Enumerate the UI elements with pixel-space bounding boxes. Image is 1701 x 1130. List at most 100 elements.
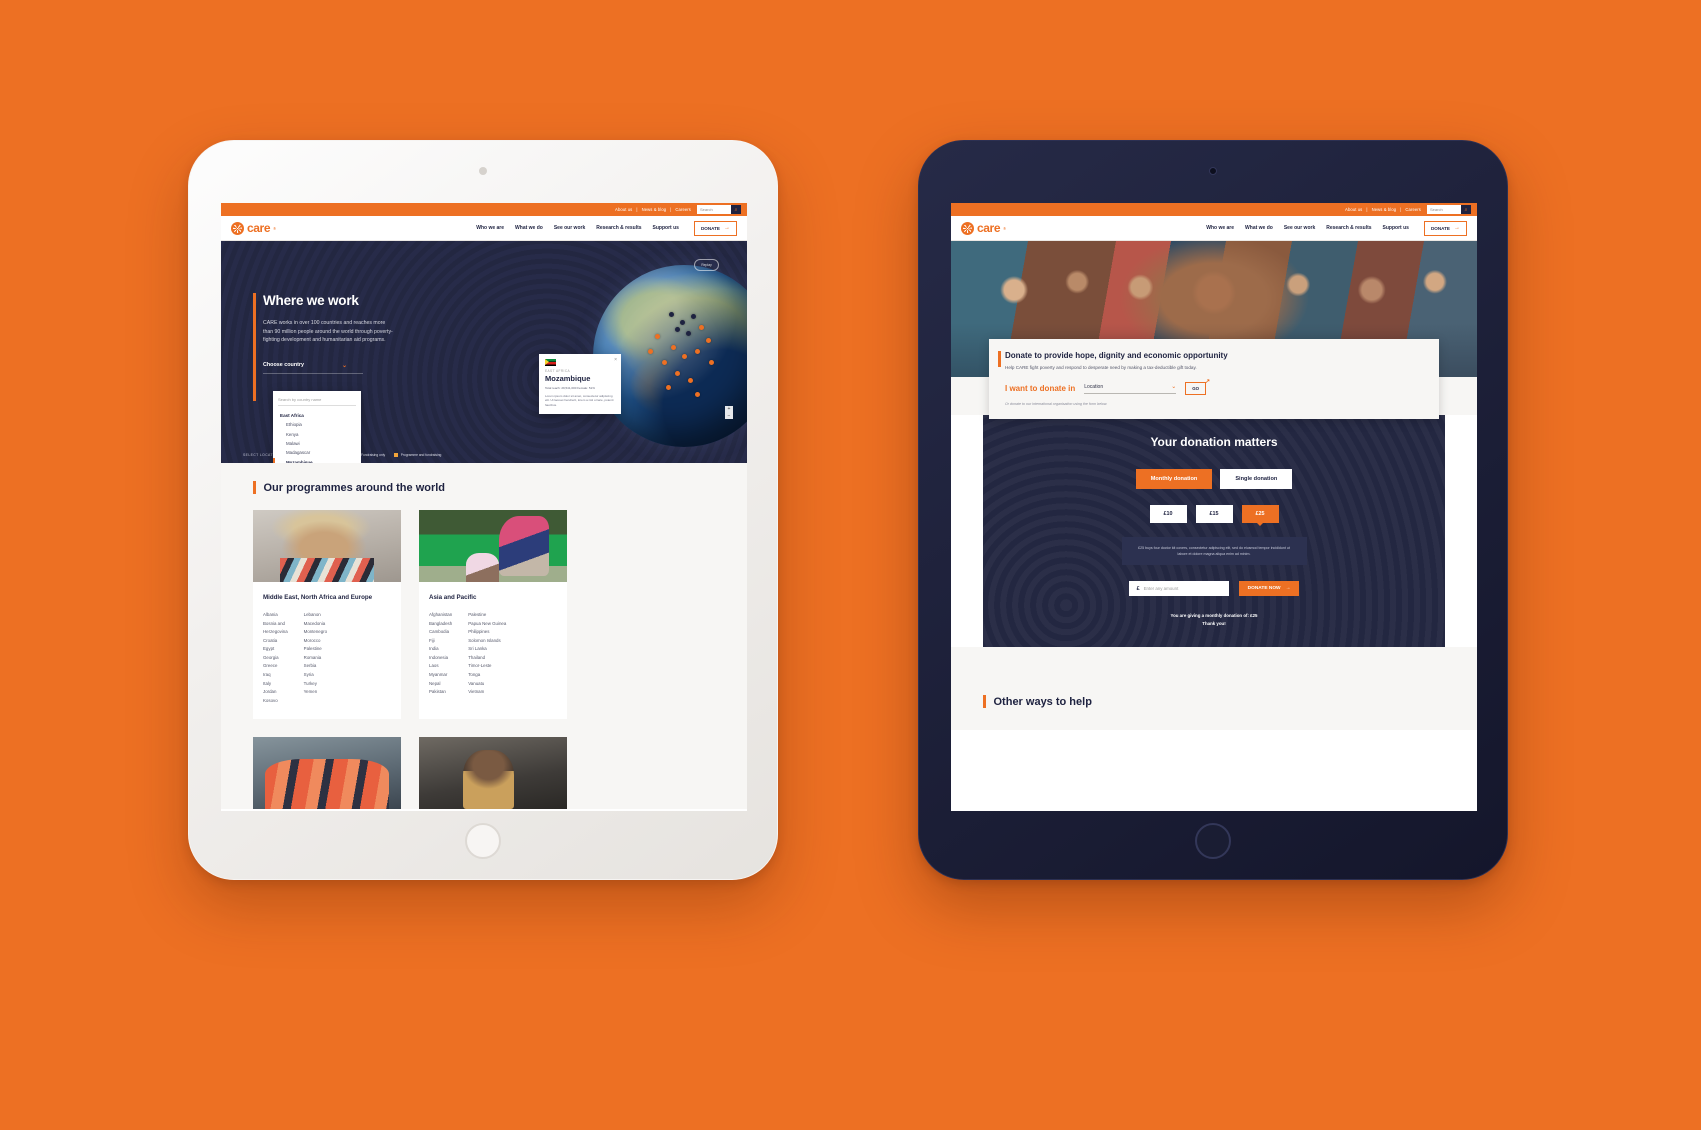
topbar-link-about[interactable]: About us: [1345, 207, 1362, 212]
nav-research-results[interactable]: Research & results: [1326, 225, 1371, 231]
topbar-link-news[interactable]: News & blog: [1372, 207, 1397, 212]
country-item[interactable]: Montenegro: [304, 628, 327, 637]
donate-button[interactable]: DONATE →: [1423, 220, 1467, 236]
globe-marker[interactable]: [709, 359, 715, 365]
custom-amount-input[interactable]: £ Enter any amount: [1128, 581, 1229, 597]
globe-marker[interactable]: [665, 385, 671, 391]
country-item[interactable]: Bangladesh: [429, 620, 452, 629]
country-item[interactable]: Romania: [304, 654, 327, 663]
home-button[interactable]: [1195, 823, 1231, 859]
globe-marker[interactable]: [671, 345, 677, 351]
country-item[interactable]: India: [429, 645, 452, 654]
globe-marker[interactable]: [662, 359, 668, 365]
home-button[interactable]: [465, 823, 501, 859]
country-item[interactable]: Papua New Guinea: [468, 620, 506, 629]
dropdown-item-malawi[interactable]: Malawi: [273, 439, 361, 448]
dropdown-item-ethiopia[interactable]: Ethiopia: [273, 420, 361, 429]
globe-marker[interactable]: [680, 319, 686, 325]
nav-who-we-are[interactable]: Who we are: [476, 225, 504, 231]
programme-card-3[interactable]: [253, 737, 401, 810]
nav-see-our-work[interactable]: See our work: [554, 225, 585, 231]
globe-marker[interactable]: [691, 314, 697, 320]
country-item[interactable]: Herzegovina: [263, 628, 288, 637]
donate-now-button[interactable]: DONATE NOW →: [1238, 581, 1300, 597]
globe-zoom-controls[interactable]: + −: [725, 406, 733, 419]
left-search-box[interactable]: Search ⌕: [697, 205, 741, 214]
country-item[interactable]: Sri Lanka: [468, 645, 506, 654]
country-item[interactable]: Myanmar: [429, 671, 452, 680]
country-item[interactable]: Georgia: [263, 654, 288, 663]
location-select[interactable]: Location ⌄: [1084, 383, 1177, 394]
dropdown-item-kenya[interactable]: Kenya: [273, 429, 361, 438]
country-item[interactable]: Timor-Leste: [468, 662, 506, 671]
search-icon[interactable]: ⌕: [731, 205, 741, 214]
country-item[interactable]: Pakistan: [429, 688, 452, 697]
topbar-link-news[interactable]: News & blog: [642, 207, 667, 212]
toggle-monthly-donation[interactable]: Monthly donation: [1135, 469, 1213, 489]
country-item[interactable]: Philippines: [468, 628, 506, 637]
replay-button[interactable]: Replay: [694, 259, 719, 271]
country-item[interactable]: Lebanon: [304, 611, 327, 620]
globe-marker[interactable]: [705, 337, 711, 343]
globe-marker[interactable]: [687, 377, 693, 383]
care-logo[interactable]: care ®: [231, 221, 276, 235]
choose-country-label[interactable]: Choose country ⌄: [263, 362, 413, 369]
nav-support-us[interactable]: Support us: [1383, 225, 1409, 231]
globe-marker[interactable]: [654, 334, 660, 340]
country-item[interactable]: Thailand: [468, 654, 506, 663]
globe-marker[interactable]: [694, 392, 700, 398]
donate-button[interactable]: DONATE →: [693, 220, 737, 236]
country-item[interactable]: Nepal: [429, 680, 452, 689]
topbar-link-careers[interactable]: Careers: [675, 207, 691, 212]
country-search-input[interactable]: Search by country name: [278, 397, 356, 406]
nav-what-we-do[interactable]: What we do: [1245, 225, 1273, 231]
country-item[interactable]: Syria: [304, 671, 327, 680]
country-item[interactable]: Laos: [429, 662, 452, 671]
country-item[interactable]: Indonesia: [429, 654, 452, 663]
country-item[interactable]: Vanuatu: [468, 680, 506, 689]
topbar-link-careers[interactable]: Careers: [1405, 207, 1421, 212]
country-item[interactable]: Turkey: [304, 680, 327, 689]
close-icon[interactable]: ×: [614, 357, 617, 363]
amount-option-10[interactable]: £10: [1149, 505, 1187, 523]
country-item[interactable]: Croatia: [263, 637, 288, 646]
nav-see-our-work[interactable]: See our work: [1284, 225, 1315, 231]
globe-marker[interactable]: [674, 370, 680, 376]
country-item[interactable]: Yemen: [304, 688, 327, 697]
nav-research-results[interactable]: Research & results: [596, 225, 641, 231]
dropdown-item-madagascar[interactable]: Madagascar: [273, 448, 361, 457]
globe-marker[interactable]: [685, 330, 691, 336]
country-item[interactable]: Kosovo: [263, 697, 288, 706]
country-item[interactable]: Egypt: [263, 645, 288, 654]
search-input[interactable]: Search: [697, 207, 731, 212]
globe-marker[interactable]: [647, 348, 653, 354]
search-icon[interactable]: ⌕: [1461, 205, 1471, 214]
nav-what-we-do[interactable]: What we do: [515, 225, 543, 231]
country-item[interactable]: Palestine: [304, 645, 327, 654]
programme-card-mena[interactable]: Middle East, North Africa and Europe Alb…: [253, 510, 401, 720]
toggle-single-donation[interactable]: Single donation: [1220, 469, 1293, 489]
country-item[interactable]: Vietnam: [468, 688, 506, 697]
country-item[interactable]: Iraq: [263, 671, 288, 680]
country-item[interactable]: Albania: [263, 611, 288, 620]
country-item[interactable]: Palestine: [468, 611, 506, 620]
globe-marker[interactable]: [682, 354, 688, 360]
country-item[interactable]: Morocco: [304, 637, 327, 646]
country-item[interactable]: Tonga: [468, 671, 506, 680]
globe-marker[interactable]: [694, 348, 700, 354]
country-item[interactable]: Jordan: [263, 688, 288, 697]
country-item[interactable]: Bosnia and: [263, 620, 288, 629]
dropdown-item-mozambique[interactable]: Mozambique: [273, 457, 361, 463]
topbar-link-about[interactable]: About us: [615, 207, 632, 212]
country-item[interactable]: Afghanistan: [429, 611, 452, 620]
care-logo[interactable]: care ®: [961, 221, 1006, 235]
nav-support-us[interactable]: Support us: [653, 225, 679, 231]
search-input[interactable]: Search: [1427, 207, 1461, 212]
country-item[interactable]: Serbia: [304, 662, 327, 671]
zoom-out-button[interactable]: −: [728, 413, 731, 420]
globe-marker[interactable]: [674, 326, 680, 332]
country-item[interactable]: Greece: [263, 662, 288, 671]
globe-marker[interactable]: [698, 325, 704, 331]
right-search-box[interactable]: Search ⌕: [1427, 205, 1471, 214]
country-item[interactable]: Solomon Islands: [468, 637, 506, 646]
